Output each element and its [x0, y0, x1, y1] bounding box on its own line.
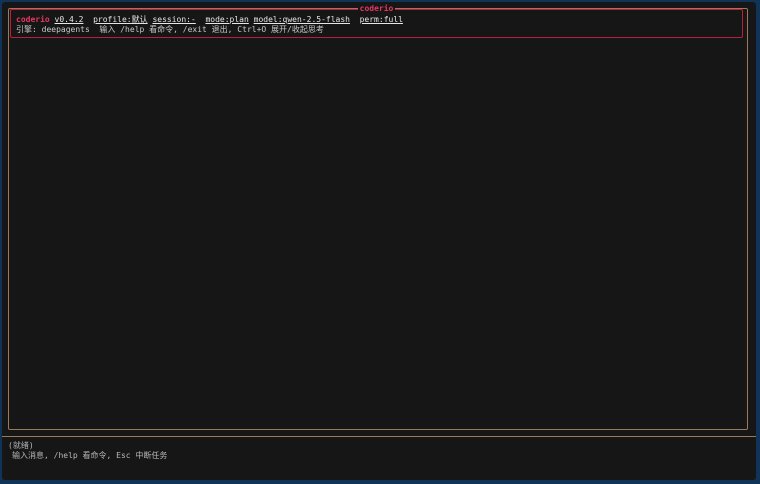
- version-label: v0.4.2: [54, 15, 84, 24]
- model-label: model:qwen-2.5-flash: [253, 15, 350, 24]
- input-divider: [2, 436, 756, 437]
- header-title: coderio: [11, 4, 742, 14]
- message-input[interactable]: 输入消息, /help 看命令, Esc 中断任务: [8, 451, 748, 461]
- app-name: coderio: [16, 15, 50, 24]
- perm-label: perm:full: [359, 15, 403, 24]
- output-pane[interactable]: [8, 8, 748, 430]
- session-label: session:-: [152, 15, 196, 24]
- status-line: coderio v0.4.2 profile:默认 session:- mode…: [16, 15, 742, 25]
- profile-label: profile:默认: [93, 15, 148, 24]
- status-indicator: (就绪): [8, 441, 34, 450]
- input-area[interactable]: (就绪) 输入消息, /help 看命令, Esc 中断任务: [8, 441, 748, 461]
- mode-label: mode:plan: [205, 15, 249, 24]
- terminal-window: coderio coderio v0.4.2 profile:默认 sessio…: [2, 2, 756, 480]
- header-title-text: coderio: [357, 4, 396, 13]
- engine-hint-line: 引擎: deepagents 输入 /help 看命令, /exit 退出, C…: [16, 25, 324, 34]
- session-header: coderio coderio v0.4.2 profile:默认 sessio…: [10, 4, 743, 38]
